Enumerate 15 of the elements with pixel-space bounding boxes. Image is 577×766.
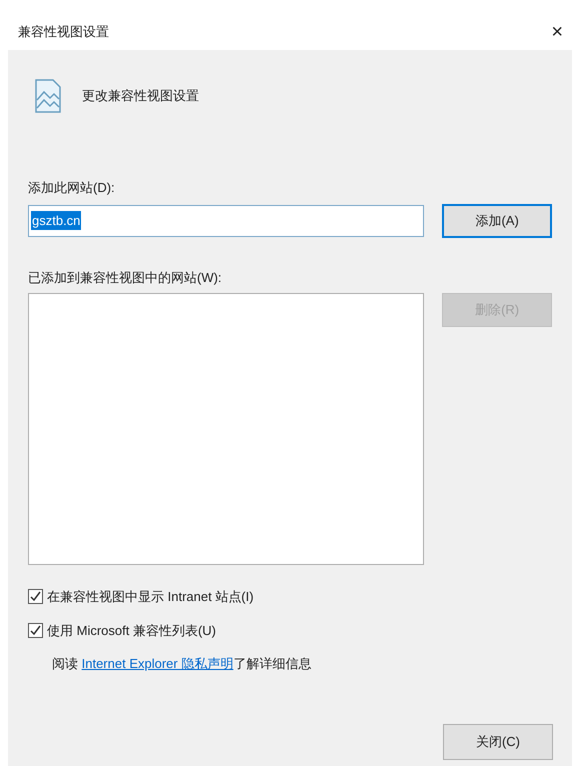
window-title: 兼容性视图设置 (18, 23, 109, 42)
image-icon (34, 78, 62, 114)
checkbox[interactable] (28, 622, 43, 638)
info-text: 阅读 Internet Explorer 隐私声明了解详细信息 (52, 655, 312, 673)
close-dialog-button[interactable]: 关闭(C) (443, 724, 553, 760)
privacy-link[interactable]: Internet Explorer 隐私声明 (82, 656, 234, 671)
list-label: 已添加到兼容性视图中的网站(W): (28, 268, 223, 287)
close-button[interactable]: × (547, 22, 567, 42)
dialog-heading: 更改兼容性视图设置 (82, 87, 199, 106)
add-button[interactable]: 添加(A) (442, 204, 552, 238)
checkbox[interactable] (28, 589, 43, 604)
website-input-field[interactable]: gsztb.cn (28, 204, 424, 236)
checkbox-label: 使用 Microsoft 兼容性列表(U) (47, 622, 216, 640)
field-label: 添加此网站(D): (28, 179, 116, 197)
checkbox-label: 在兼容性视图中显示 Intranet 站点(I) (47, 588, 254, 606)
